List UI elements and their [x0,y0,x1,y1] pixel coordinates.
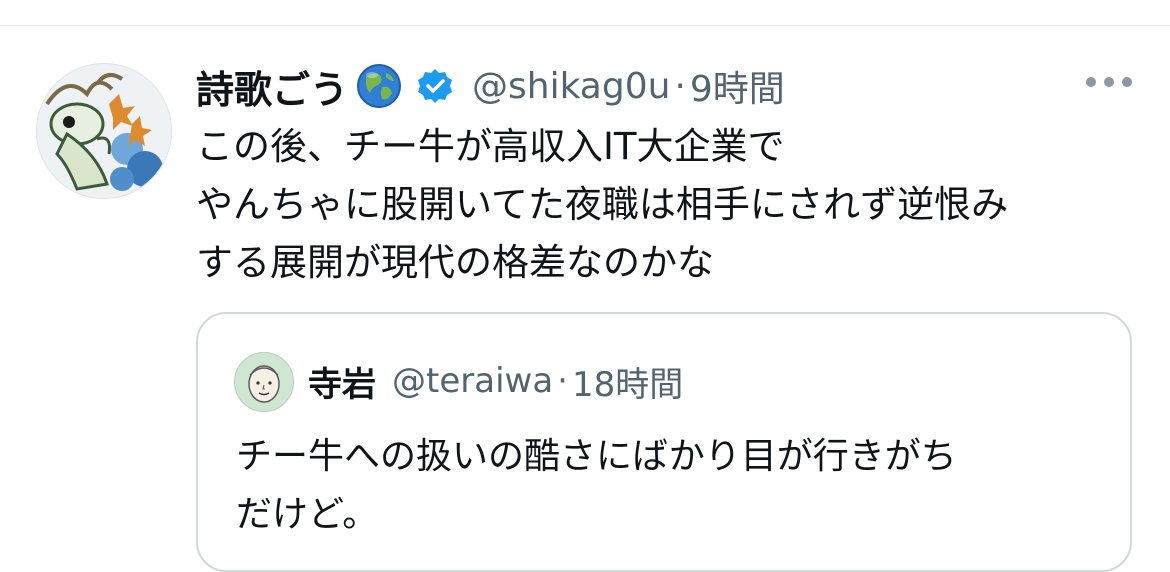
quoted-tweet-text: チー牛への扱いの酷さにばかり目が行きがち だけど。 [236,428,1116,544]
tweet-text-line: やんちゃに股開いてた夜職は相手にされず逆恨み [196,183,1009,226]
author-avatar[interactable] [36,63,172,199]
more-dot-icon [1086,77,1096,87]
quoted-header-separator: · [557,361,568,401]
quoted-author-display-name[interactable]: 寺岩 [308,357,376,406]
illustrated-avatar-icon [37,64,171,198]
header-separator: · [674,65,686,107]
tweet-header: 詩歌ごう @shikag0u · 9時間 [196,56,785,116]
tweet-text: この後、チー牛が高収入IT大企業で やんちゃに股開いてた夜職は相手にされず逆恨み… [196,118,1156,292]
more-dot-icon [1104,77,1114,87]
quoted-tweet-card[interactable]: 寺岩 @teraiwa · 18時間 チー牛への扱いの酷さにばかり目が行きがち … [196,312,1132,572]
more-options-button[interactable] [1086,70,1132,94]
more-dot-icon [1122,77,1132,87]
top-divider [0,25,1170,26]
tweet-text-line: する展開が現代の格差なのかな [196,241,714,284]
quoted-text-line: チー牛への扱いの酷さにばかり目が行きがち [236,436,957,477]
earth-globe-icon [356,63,402,109]
author-handle[interactable]: @shikag0u [472,66,670,107]
tweet-timestamp[interactable]: 9時間 [690,60,785,112]
quoted-author-handle[interactable]: @teraiwa [392,361,553,401]
quoted-author-avatar[interactable] [234,352,294,412]
author-display-name[interactable]: 詩歌ごう [196,59,348,114]
quoted-tweet-timestamp[interactable]: 18時間 [572,357,683,406]
verified-badge-icon [416,67,454,105]
quoted-text-line: だけど。 [236,494,379,535]
cartoon-face-avatar-icon [235,353,293,411]
tweet-text-line: この後、チー牛が高収入IT大企業で [196,125,785,168]
quoted-tweet-header: 寺岩 @teraiwa · 18時間 [308,350,683,412]
